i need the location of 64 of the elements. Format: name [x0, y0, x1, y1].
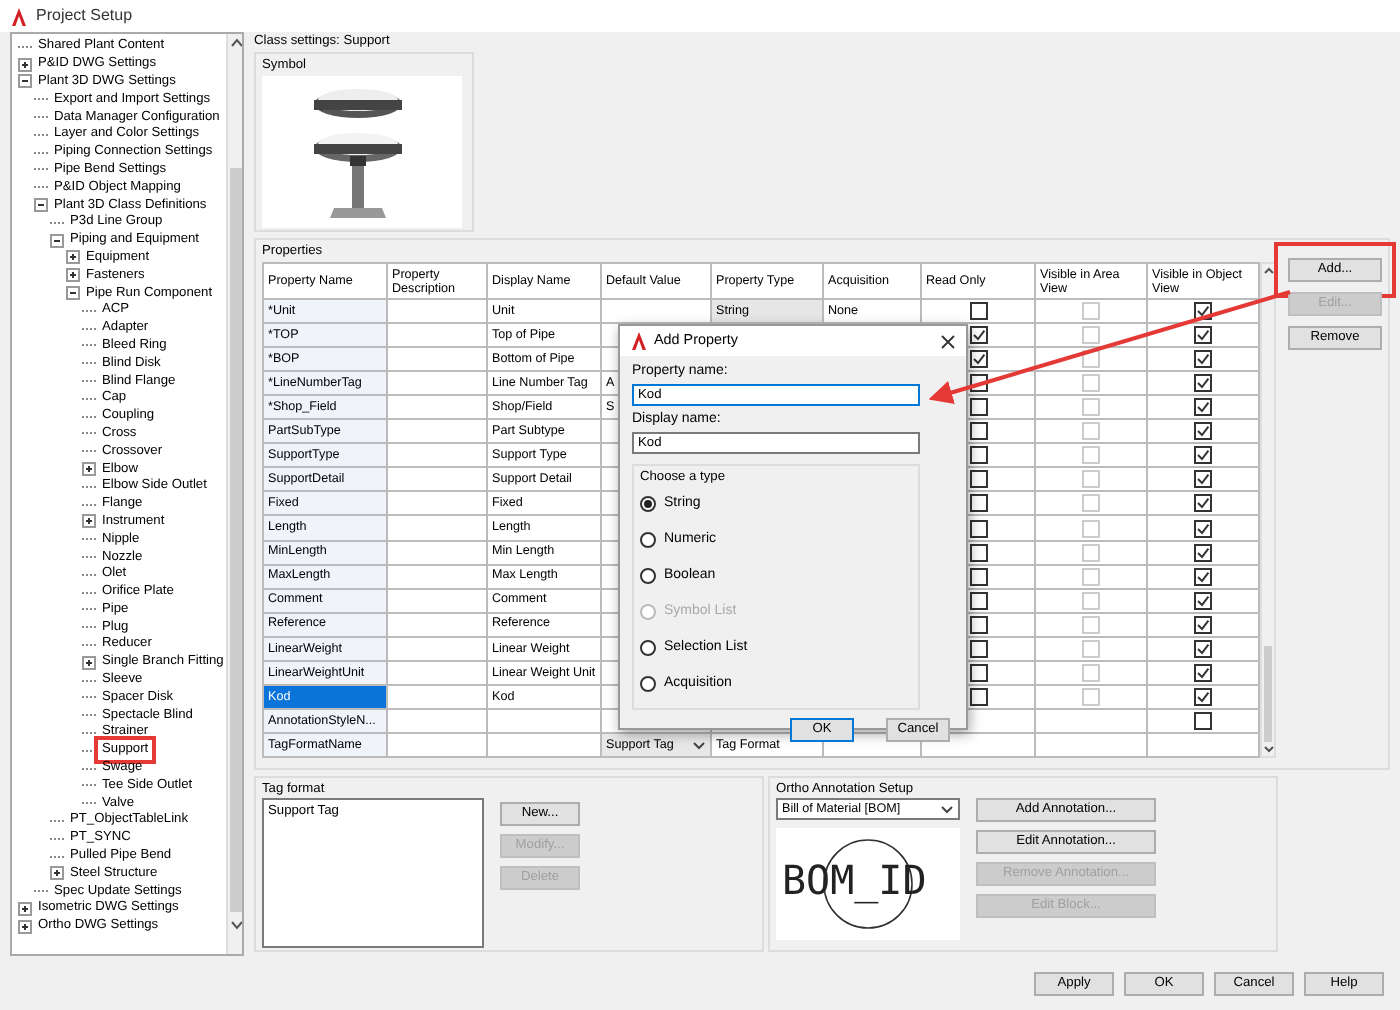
checkbox[interactable]: [1194, 519, 1212, 537]
radio-button[interactable]: [640, 568, 656, 585]
scrollbar[interactable]: [1260, 262, 1276, 758]
scroll-down-icon[interactable]: [1262, 742, 1276, 756]
collapse-icon[interactable]: [34, 198, 48, 213]
pipe-support-drawing: [314, 89, 402, 218]
checkbox[interactable]: [1194, 591, 1212, 610]
checkbox[interactable]: [969, 350, 987, 369]
scroll-down-icon[interactable]: [227, 916, 242, 934]
checkbox[interactable]: [969, 519, 987, 537]
checkbox[interactable]: [1194, 639, 1212, 658]
window-title: Project Setup: [36, 4, 133, 28]
checkbox[interactable]: [1194, 422, 1212, 441]
checkbox[interactable]: [1194, 326, 1212, 345]
expand-icon[interactable]: [50, 866, 64, 881]
checkbox[interactable]: [1194, 567, 1212, 586]
checkbox[interactable]: [969, 326, 987, 345]
scrollbar[interactable]: [225, 34, 242, 954]
expand-icon[interactable]: [82, 514, 96, 529]
checkbox[interactable]: [969, 446, 987, 465]
app-logo-icon: [630, 332, 648, 350]
checkbox[interactable]: [969, 567, 987, 586]
collapse-icon[interactable]: [18, 74, 32, 89]
checkbox[interactable]: [969, 591, 987, 610]
checkbox[interactable]: [1194, 350, 1212, 369]
checkbox[interactable]: [969, 615, 987, 634]
radio-button[interactable]: [640, 532, 656, 549]
checkbox[interactable]: [969, 470, 987, 489]
checkbox[interactable]: [1194, 615, 1212, 634]
checkbox[interactable]: [1194, 711, 1212, 730]
caret-icon[interactable]: [940, 802, 954, 816]
radio-button[interactable]: [640, 496, 656, 513]
scroll-up-icon[interactable]: [1262, 264, 1276, 278]
radio-button[interactable]: [640, 640, 656, 657]
expand-icon[interactable]: [82, 655, 96, 670]
checkbox[interactable]: [969, 543, 987, 562]
checkbox[interactable]: [1194, 374, 1212, 393]
collapse-icon[interactable]: [50, 233, 64, 248]
expand-icon[interactable]: [18, 919, 32, 934]
checkbox[interactable]: [969, 422, 987, 441]
expand-icon[interactable]: [18, 57, 32, 72]
checkbox[interactable]: [1194, 470, 1212, 489]
checkbox[interactable]: [1194, 446, 1212, 465]
caret-icon[interactable]: [692, 737, 706, 752]
radio-button[interactable]: [640, 676, 656, 693]
checkbox[interactable]: [1194, 398, 1212, 417]
expand-icon[interactable]: [18, 901, 32, 916]
checkbox[interactable]: [969, 663, 987, 682]
checkbox[interactable]: [1194, 663, 1212, 682]
app-logo-icon: [10, 7, 28, 25]
checkbox[interactable]: [1194, 687, 1212, 706]
checkbox[interactable]: [969, 398, 987, 417]
expand-icon[interactable]: [82, 462, 96, 477]
checkbox[interactable]: [969, 494, 987, 513]
collapse-icon[interactable]: [66, 286, 80, 301]
expand-icon[interactable]: [66, 268, 80, 283]
checkbox[interactable]: [1194, 543, 1212, 562]
scroll-up-icon[interactable]: [227, 34, 242, 52]
checkbox[interactable]: [969, 639, 987, 658]
close-icon[interactable]: [940, 333, 956, 349]
checkbox[interactable]: [969, 302, 987, 321]
checkbox[interactable]: [1194, 494, 1212, 513]
expand-icon[interactable]: [66, 250, 80, 265]
checkbox[interactable]: [969, 687, 987, 706]
